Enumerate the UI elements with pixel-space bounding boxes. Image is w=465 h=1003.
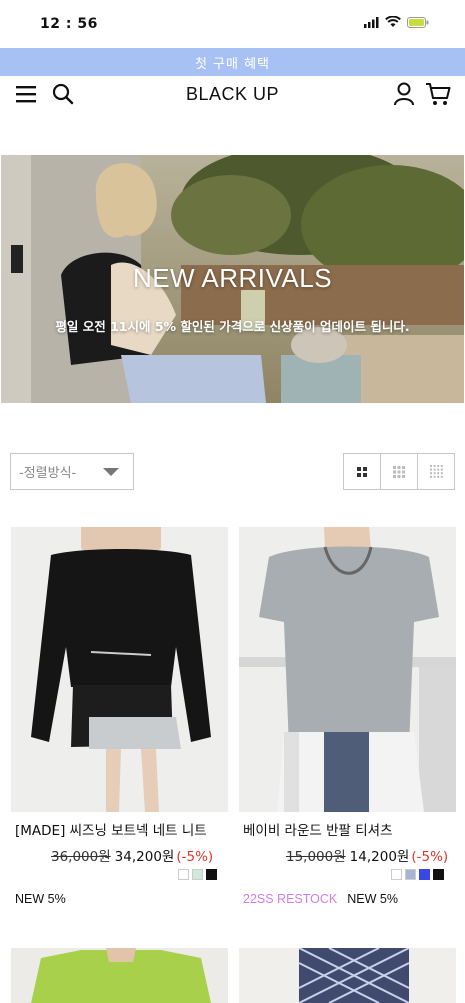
user-icon — [394, 82, 414, 106]
product-badges: 22SS RESTOCK NEW 5% — [243, 892, 398, 906]
promo-banner[interactable]: 첫 구매 혜택 — [0, 48, 465, 76]
discount-rate: (-5%) — [411, 849, 449, 865]
hero-title: NEW ARRIVALS — [132, 263, 333, 293]
product-image[interactable] — [11, 948, 228, 1003]
color-swatch — [192, 869, 203, 880]
cart-icon — [426, 83, 451, 105]
discount-rate: (-5%) — [176, 849, 214, 865]
product-card-partial[interactable] — [11, 948, 228, 1003]
site-header: BLACK UP — [0, 78, 465, 114]
product-name[interactable]: [MADE] 씨즈닝 보트넥 네트 니트 — [15, 819, 207, 839]
grid-4-button[interactable] — [418, 454, 454, 489]
product-card[interactable]: [MADE] 씨즈닝 보트넥 네트 니트 36,000원 34,200원 (-5%)… — [11, 527, 228, 906]
color-swatch — [178, 869, 189, 880]
product-card-partial[interactable] — [239, 948, 456, 1003]
color-swatch — [206, 869, 217, 880]
grid-3-button[interactable] — [381, 454, 418, 489]
hero-subtitle: 평일 오전 11시에 5% 할인된 가격으로 신상품이 업데이트 됩니다. — [55, 319, 410, 334]
original-price: 15,000원 — [286, 849, 346, 865]
original-price: 36,000원 — [51, 849, 111, 865]
color-swatch — [391, 869, 402, 880]
product-image[interactable] — [239, 527, 456, 812]
color-swatches — [391, 869, 444, 880]
battery-icon — [407, 16, 429, 28]
grid-2x2-icon — [357, 466, 367, 477]
color-swatch — [433, 869, 444, 880]
sale-price: 14,200원 — [349, 849, 410, 865]
caret-down-icon — [103, 468, 119, 476]
badge-new: NEW 5% — [347, 892, 398, 906]
grid-4x4-icon — [429, 465, 443, 478]
color-swatch — [419, 869, 430, 880]
product-price: 36,000원 34,200원 (-5%) — [51, 845, 213, 865]
color-swatches — [178, 869, 217, 880]
sort-dropdown-label: -정렬방식- — [19, 466, 77, 481]
grid-2-button[interactable] — [344, 454, 381, 489]
status-time: 12 : 56 — [40, 16, 98, 32]
wifi-icon — [385, 16, 401, 27]
cart-button[interactable] — [424, 80, 452, 108]
promo-text: 첫 구매 혜택 — [194, 56, 271, 72]
status-icons — [364, 16, 429, 28]
product-image[interactable] — [239, 948, 456, 1003]
badge-restock: 22SS RESTOCK — [243, 892, 338, 906]
product-price: 15,000원 14,200원 (-5%) — [286, 845, 448, 865]
badge-new: NEW 5% — [15, 892, 66, 906]
sale-price: 34,200원 — [114, 849, 175, 865]
product-badges: NEW 5% — [15, 892, 66, 906]
signal-icon — [364, 16, 379, 28]
grid-3x3-icon — [393, 465, 405, 478]
product-image[interactable] — [11, 527, 228, 812]
product-name[interactable]: 베이비 라운드 반팔 티셔츠 — [243, 819, 393, 839]
grid-view-toggle — [343, 453, 455, 490]
account-button[interactable] — [390, 80, 418, 108]
color-swatch — [405, 869, 416, 880]
status-bar: 12 : 56 — [0, 0, 465, 46]
product-card[interactable]: 베이비 라운드 반팔 티셔츠 15,000원 14,200원 (-5%) 22SS … — [239, 527, 456, 906]
sort-dropdown[interactable]: -정렬방식- — [10, 453, 134, 490]
